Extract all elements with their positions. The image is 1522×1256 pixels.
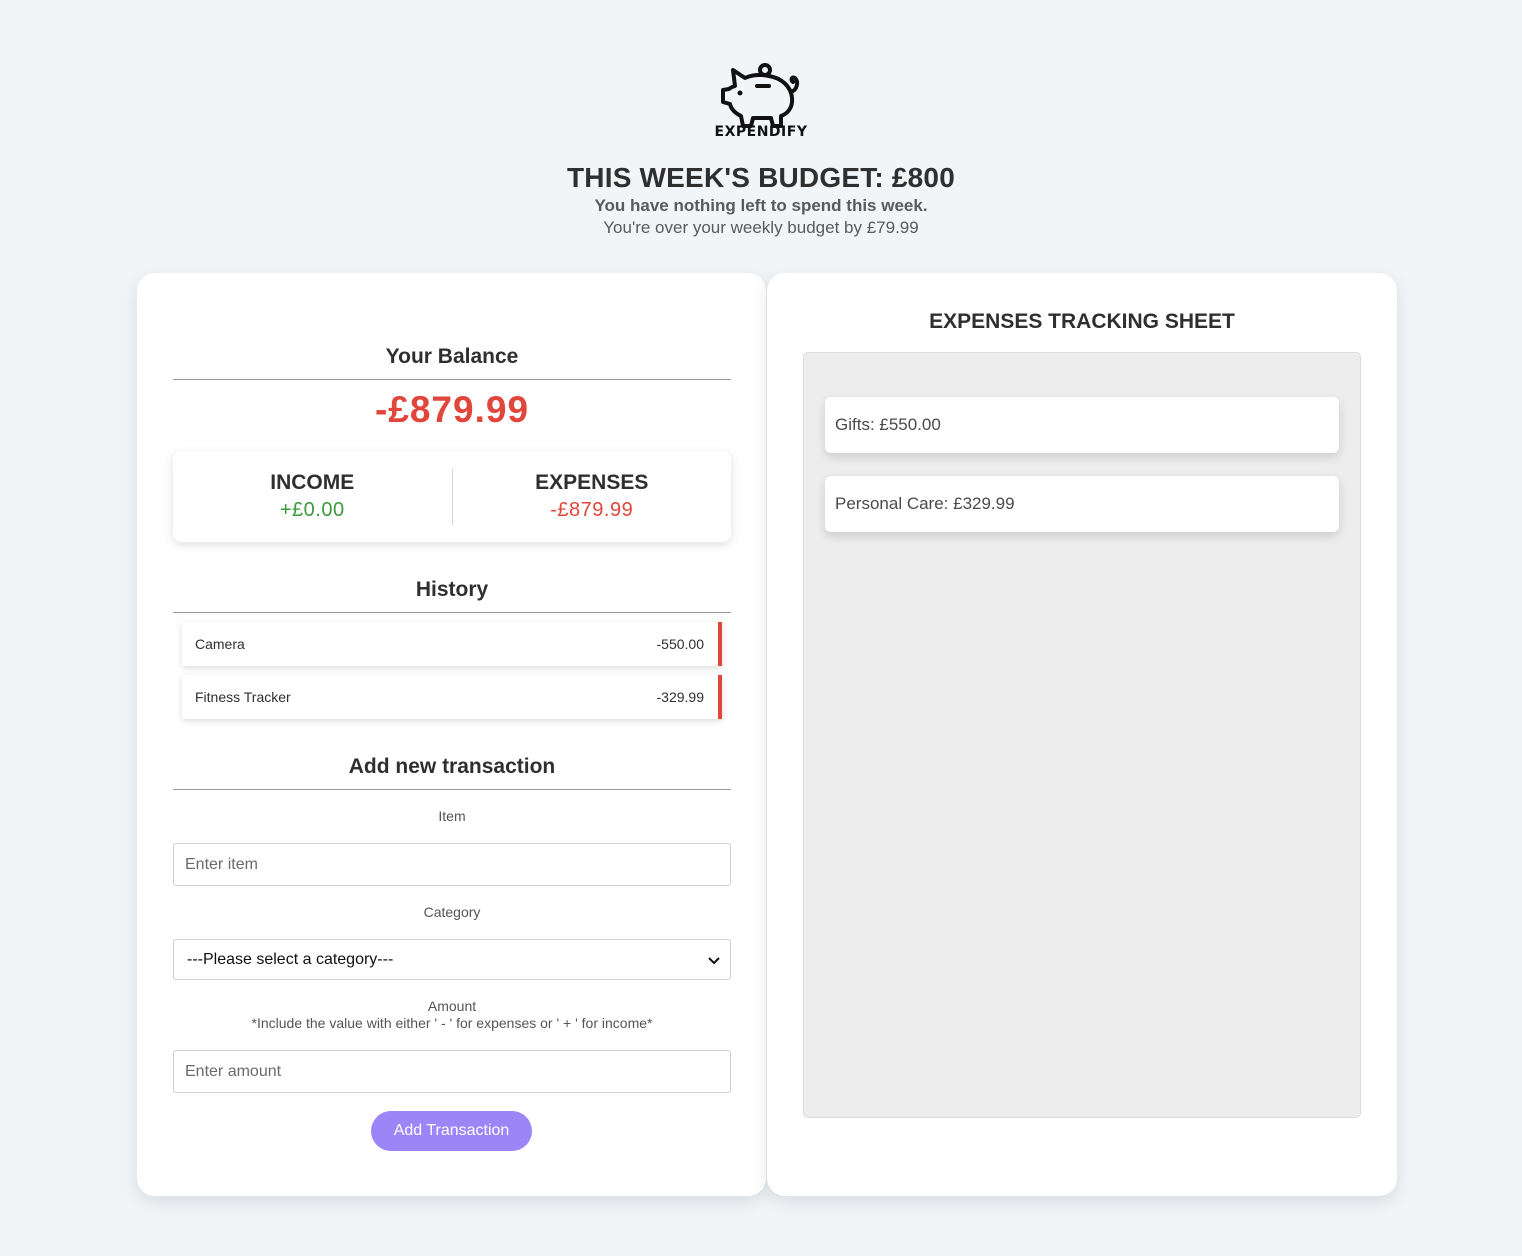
history-item-amount: -329.99 (656, 689, 704, 705)
balance-value: -£879.99 (374, 389, 530, 430)
budget-title: THIS WEEK'S BUDGET: £800 (567, 162, 955, 193)
add-transaction-button[interactable]: Add Transaction (371, 1111, 532, 1151)
history-heading: History (173, 578, 731, 613)
brand-name: EXPENDIFY (714, 124, 808, 140)
expenses-value: -£879.99 (550, 499, 634, 521)
expenses-column: EXPENSES -£879.99 (453, 471, 732, 522)
expendify-logo: EXPENDIFY (711, 62, 811, 154)
balance-heading: Your Balance (173, 345, 731, 380)
header: EXPENDIFY THIS WEEK'S BUDGET: £800 You h… (0, 62, 1522, 238)
item-input[interactable] (173, 843, 731, 886)
tracking-item: Gifts: £550.00 (825, 397, 1339, 453)
category-select[interactable]: ---Please select a category--- (173, 939, 731, 980)
chevron-down-icon (708, 952, 720, 968)
category-selected-value: ---Please select a category--- (187, 950, 394, 968)
expenses-label: EXPENSES (535, 471, 649, 494)
tracking-sheet: Gifts: £550.00 Personal Care: £329.99 (803, 352, 1361, 1118)
amount-label: Amount (427, 998, 477, 1014)
income-expense-summary: INCOME +£0.00 EXPENSES -£879.99 (173, 451, 731, 542)
balance-panel: Your Balance -£879.99 INCOME +£0.00 EXPE… (137, 273, 766, 1196)
add-transaction-heading: Add new transaction (173, 755, 731, 790)
tracking-panel: EXPENSES TRACKING SHEET Gifts: £550.00 P… (767, 273, 1397, 1196)
amount-input[interactable] (173, 1050, 731, 1093)
budget-status: You have nothing left to spend this week… (594, 196, 928, 215)
income-label: INCOME (270, 471, 355, 494)
history-item-amount: -550.00 (656, 636, 704, 652)
budget-over-message: You're over your weekly budget by £79.99 (603, 218, 919, 237)
tracking-item: Personal Care: £329.99 (825, 476, 1339, 532)
history-item[interactable]: Fitness Tracker -329.99 (182, 675, 722, 719)
amount-hint: *Include the value with either ' - ' for… (251, 1015, 653, 1031)
history-item-name: Camera (195, 636, 245, 652)
item-label: Item (438, 808, 466, 824)
tracking-heading: EXPENSES TRACKING SHEET (929, 310, 1235, 333)
piggy-bank-icon (721, 63, 800, 128)
income-column: INCOME +£0.00 (173, 471, 452, 522)
history-item[interactable]: Camera -550.00 (182, 622, 722, 666)
history-item-name: Fitness Tracker (195, 689, 291, 705)
income-value: +£0.00 (279, 499, 345, 521)
category-label: Category (423, 904, 481, 920)
